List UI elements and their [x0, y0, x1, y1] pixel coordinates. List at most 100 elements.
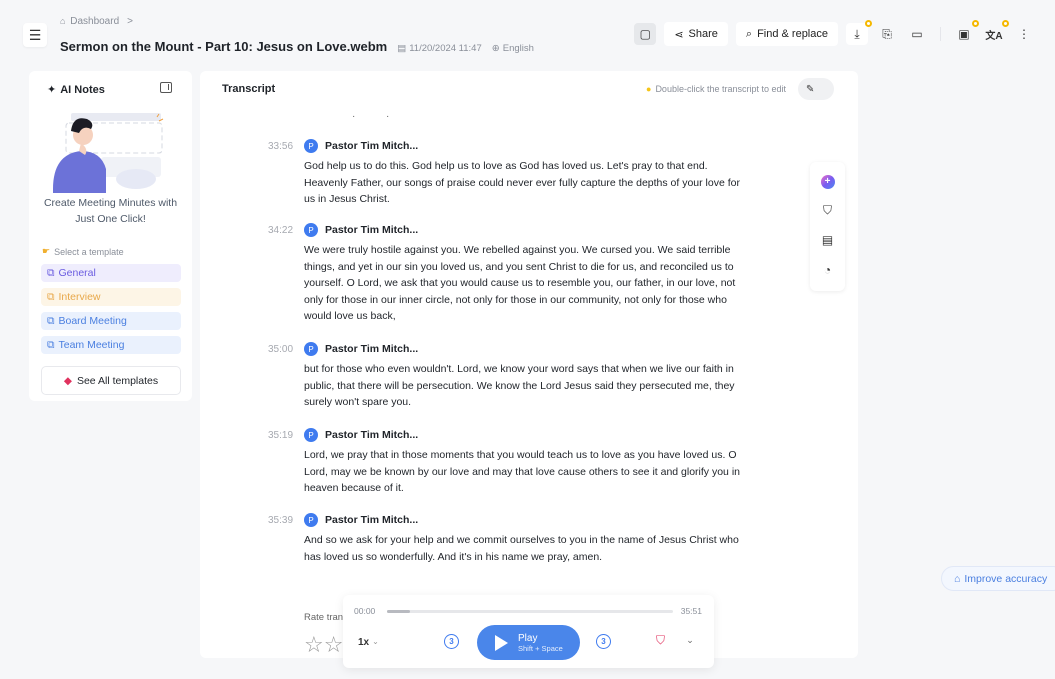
transcript-segment[interactable]: 34:22 P Pastor Tim Mitch... We were truly … — [268, 222, 748, 325]
transcript-panel: Transcript ● Double-click the transcript … — [200, 71, 858, 658]
folder-icon: ▭ — [911, 27, 923, 41]
badge-dot — [972, 20, 979, 27]
transcript-title: Transcript — [222, 83, 276, 95]
skip-forward-button[interactable]: 3 — [596, 634, 611, 649]
translate-button[interactable]: 文A — [983, 20, 1009, 45]
segment-text[interactable]: Lord, we pray that in those moments that… — [304, 447, 749, 497]
speaker-name[interactable]: Pastor Tim Mitch... — [325, 343, 418, 355]
download-icon: ⤓ — [854, 26, 860, 41]
timestamp[interactable]: 35:19 — [268, 430, 293, 441]
speaker-name[interactable]: Pastor Tim Mitch... — [325, 514, 418, 526]
timestamp[interactable]: 34:22 — [268, 225, 293, 236]
speaker-avatar: P — [304, 342, 318, 356]
segment-text[interactable]: but for those who even wouldn't. Lord, w… — [304, 361, 749, 411]
speaker-avatar: P — [304, 223, 318, 237]
speaker-name[interactable]: Pastor Tim Mitch... — [325, 224, 418, 236]
ai-assistant-icon[interactable]: + — [820, 174, 835, 189]
collapse-panel-icon[interactable] — [160, 82, 172, 93]
layout-toggle-button[interactable]: ▢ — [634, 23, 657, 45]
side-toolbar: + ⛉ ▤ ◔ — [810, 162, 845, 291]
segment-text[interactable]: We were truly hostile against you. We re… — [304, 242, 749, 325]
menu-button[interactable]: ☰ — [23, 23, 47, 47]
pencil-icon: ✎ — [806, 83, 815, 95]
share-icon: ⋖ — [674, 28, 684, 41]
hamburger-icon: ☰ — [28, 26, 42, 43]
current-time: 00:00 — [354, 606, 376, 616]
speaker-avatar: P — [304, 428, 318, 442]
rating-stars[interactable]: ☆☆ — [304, 632, 343, 658]
template-board-meeting[interactable]: ⧉ Board Meeting — [41, 312, 181, 330]
globe-icon: ⊕ — [491, 43, 500, 54]
timestamp[interactable]: 35:39 — [268, 515, 293, 526]
buffered-bar — [387, 610, 410, 613]
save-button[interactable]: ▣ — [953, 20, 979, 45]
more-vertical-icon: ⋮ — [1018, 27, 1030, 41]
chevron-right-icon: > — [127, 16, 133, 27]
export-button[interactable]: ⎘ — [876, 23, 898, 45]
transcript-segment[interactable]: 35:00 P Pastor Tim Mitch... but for those … — [268, 341, 748, 411]
play-button[interactable]: Play Shift + Space — [477, 625, 580, 660]
template-icon: ⧉ — [47, 266, 55, 279]
folder-button[interactable]: ▭ — [906, 23, 928, 45]
speaker-name[interactable]: Pastor Tim Mitch... — [325, 429, 418, 441]
share-button[interactable]: ⋖ Share — [664, 22, 728, 46]
chevron-down-icon: ⌄ — [686, 634, 694, 645]
lightbulb-icon: ● — [646, 84, 652, 94]
ai-notes-panel: ✦ AI Notes Create Meeting Minutes with Ju… — [29, 71, 192, 401]
template-interview[interactable]: ⧉ Interview — [41, 288, 181, 306]
template-team-meeting[interactable]: ⧉ Team Meeting — [41, 336, 181, 354]
scroll-remnant: · — [352, 111, 356, 122]
transcript-segment[interactable]: 35:39 P Pastor Tim Mitch... And so we ask … — [268, 512, 748, 565]
pointing-hand-icon: ☛ — [42, 246, 51, 256]
badge-dot — [865, 20, 872, 27]
export-icon: ⎘ — [882, 26, 892, 41]
comment-icon[interactable]: ▤ — [820, 232, 836, 248]
edit-toggle[interactable]: ✎ — [798, 78, 834, 100]
select-template-label: ☛ Select a template — [42, 246, 124, 257]
edit-hint: ● Double-click the transcript to edit — [646, 84, 786, 94]
bookmark-add-icon[interactable]: ⛉ — [820, 203, 836, 219]
ai-notes-title: ✦ AI Notes — [47, 83, 105, 97]
speaker-avatar: P — [304, 139, 318, 153]
chevron-down-icon: ⌄ — [372, 637, 379, 646]
skip-back-button[interactable]: 3 — [444, 634, 459, 649]
timestamp[interactable]: 33:56 — [268, 141, 293, 152]
bookmark-icon[interactable]: ⛉ — [656, 633, 665, 648]
progress-slider[interactable] — [387, 610, 673, 613]
translate-icon: 文A — [985, 30, 1003, 42]
pie-chart-icon[interactable]: ◔ — [820, 262, 836, 278]
speaker-avatar: P — [304, 513, 318, 527]
breadcrumb-dashboard-link[interactable]: ⌂ Dashboard — [60, 16, 119, 27]
speaker-name[interactable]: Pastor Tim Mitch... — [325, 140, 418, 152]
search-icon: ⌕ — [745, 27, 753, 40]
segment-text[interactable]: And so we ask for your help and we commi… — [304, 532, 749, 565]
template-icon: ⧉ — [47, 290, 55, 303]
segment-text[interactable]: God help us to do this. God help us to l… — [304, 158, 749, 208]
collapse-player-button[interactable]: ⌄ — [681, 631, 699, 649]
find-replace-button[interactable]: ⌕ Find & replace — [735, 22, 838, 46]
improve-accuracy-button[interactable]: ⌂ Improve accuracy — [941, 566, 1055, 591]
more-button[interactable]: ⋮ — [1013, 23, 1035, 45]
breadcrumb: ⌂ Dashboard > — [60, 16, 133, 27]
thinking-person-illustration — [53, 113, 164, 193]
template-icon: ⧉ — [47, 314, 55, 327]
file-language: ⊕ English — [491, 43, 534, 54]
save-icon: ▣ — [958, 27, 970, 41]
audio-player: 00:00 35:51 1x ⌄ 3 Play Shift + Space 3 ⛉ … — [343, 595, 714, 668]
template-general[interactable]: ⧉ General — [41, 264, 181, 282]
transcript-segment[interactable]: 33:56 P Pastor Tim Mitch... God help us to… — [268, 138, 748, 208]
see-all-templates-button[interactable]: ◆ See All templates — [41, 366, 181, 395]
file-title: Sermon on the Mount - Part 10: Jesus on … — [60, 39, 388, 54]
file-date: ▤ 11/20/2024 11:47 — [397, 43, 482, 54]
robot-icon: ⌂ — [954, 572, 961, 585]
title-row: Sermon on the Mount - Part 10: Jesus on … — [60, 39, 534, 54]
duration: 35:51 — [680, 606, 702, 616]
calendar-icon: ▤ — [397, 43, 407, 54]
timestamp[interactable]: 35:00 — [268, 344, 293, 355]
template-icon: ⧉ — [47, 338, 55, 351]
transcript-segment[interactable]: 35:19 P Pastor Tim Mitch... Lord, we pray … — [268, 427, 748, 497]
download-button[interactable]: ⤓ — [846, 20, 872, 45]
sparkle-icon: ✦ — [47, 84, 57, 96]
speed-select[interactable]: 1x ⌄ — [358, 637, 379, 648]
promo-text: Create Meeting Minutes with Just One Cli… — [43, 197, 178, 225]
